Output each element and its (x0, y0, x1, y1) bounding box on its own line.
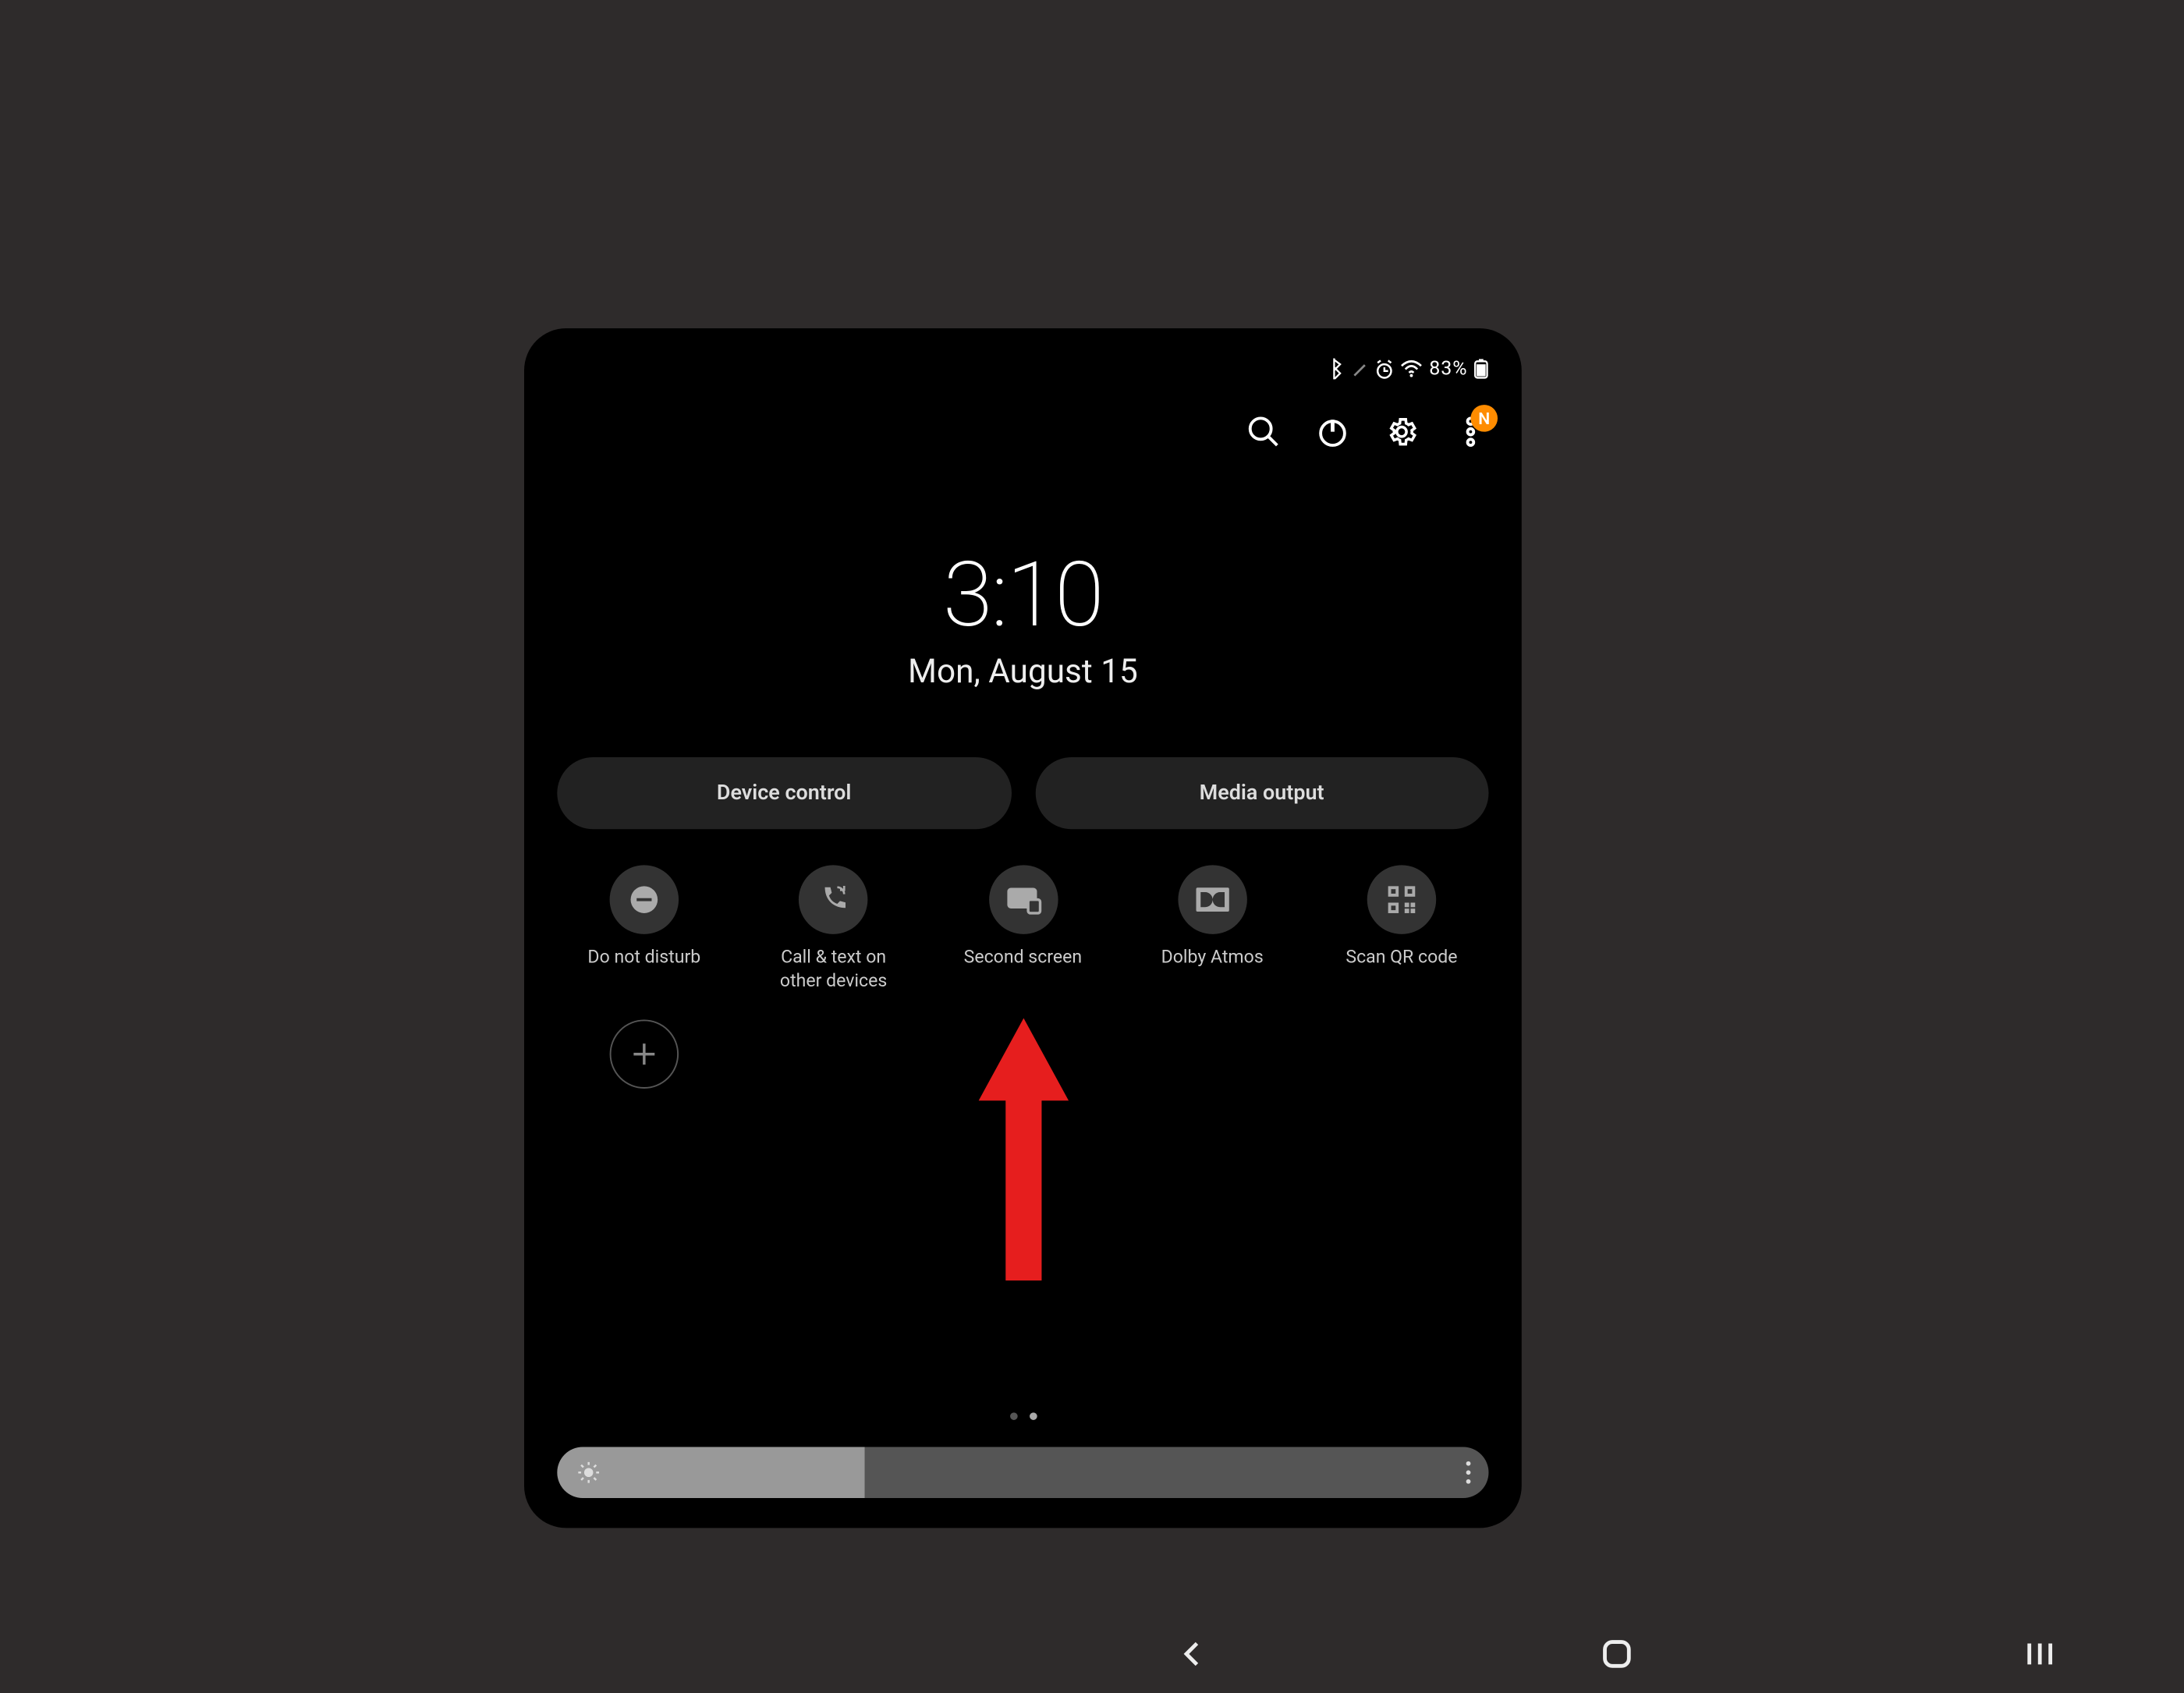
panel-actions: N (557, 409, 1488, 455)
call-sync-icon (817, 884, 849, 916)
media-output-button[interactable]: Media output (1035, 757, 1489, 829)
page-dot-active (1029, 1412, 1037, 1420)
wifi-icon (1401, 359, 1424, 377)
nav-home-button[interactable] (1586, 1624, 1646, 1684)
qs-toggle-call-text[interactable]: Call & text on other devices (761, 865, 906, 993)
bluetooth-icon (1330, 358, 1345, 379)
nav-back-button[interactable] (1162, 1624, 1222, 1684)
qs-label: Scan QR code (1346, 946, 1457, 969)
brightness-more-button[interactable] (1466, 1461, 1471, 1484)
qs-toggle-second-screen[interactable]: Second screen (951, 865, 1095, 993)
chevron-left-icon (1179, 1641, 1206, 1668)
dnd-icon (628, 884, 661, 916)
power-icon (1316, 416, 1349, 448)
qs-label: Call & text on other devices (761, 946, 906, 993)
qs-toggle-dnd[interactable]: Do not disturb (573, 865, 717, 993)
nav-recents-button[interactable] (2010, 1624, 2070, 1684)
power-button[interactable] (1314, 414, 1350, 450)
clock-time: 3:10 (557, 541, 1488, 648)
search-button[interactable] (1246, 414, 1282, 450)
page-indicator (557, 1412, 1488, 1420)
plus-icon (629, 1040, 659, 1069)
qs-label: Do not disturb (587, 946, 700, 969)
qr-icon (1387, 884, 1416, 914)
notification-badge: N (1470, 405, 1498, 432)
qs-toggle-scan-qr[interactable]: Scan QR code (1330, 865, 1474, 993)
clock-date: Mon, August 15 (557, 653, 1488, 691)
qs-add-button[interactable] (610, 1020, 679, 1089)
settings-button[interactable] (1384, 414, 1420, 450)
dolby-icon (1194, 886, 1230, 913)
page-dot (1009, 1412, 1017, 1420)
alarm-icon (1375, 359, 1395, 378)
sun-icon (578, 1462, 599, 1483)
control-pill-row: Device control Media output (557, 757, 1488, 829)
qs-label: Dolby Atmos (1161, 946, 1264, 969)
search-icon (1247, 416, 1280, 448)
qs-label: Second screen (964, 946, 1082, 969)
qs-toggle-dolby[interactable]: Dolby Atmos (1140, 865, 1285, 993)
device-control-button[interactable]: Device control (557, 757, 1011, 829)
quick-settings-row: Do not disturb Call & text on other devi… (557, 865, 1488, 993)
clock-block: 3:10 Mon, August 15 (557, 541, 1488, 691)
battery-icon (1473, 358, 1488, 379)
brightness-slider[interactable] (557, 1447, 1488, 1498)
system-nav-bar (1118, 1624, 2115, 1684)
quick-settings-panel: 83% N 3:10 Mon, August 15 Device control… (524, 328, 1522, 1528)
gear-icon (1385, 416, 1418, 448)
pen-icon (1351, 359, 1369, 377)
brightness-fill (557, 1447, 864, 1498)
status-bar: 83% (557, 356, 1488, 383)
battery-percent: 83% (1429, 357, 1467, 380)
more-button[interactable]: N (1452, 414, 1488, 450)
home-outline-icon (1600, 1638, 1633, 1670)
recents-icon (2025, 1642, 2055, 1666)
second-screen-icon (1005, 884, 1041, 914)
